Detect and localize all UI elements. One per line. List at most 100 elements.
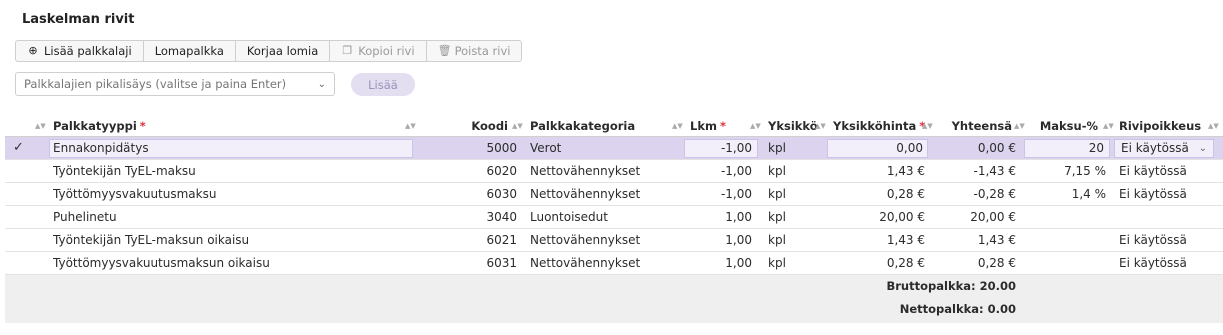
sort-icon[interactable]: ▲▼ — [815, 115, 826, 137]
col-maksu[interactable]: Maksu-% — [1030, 115, 1098, 137]
cell-yksikkohinta: 1,43 € — [886, 233, 925, 247]
col-lkm-label: Lkm — [690, 119, 717, 133]
quick-add-placeholder: Palkkalajien pikalisäys (valitse ja pain… — [24, 77, 287, 91]
col-rivipoikkeus[interactable]: Rivipoikkeus — [1119, 115, 1201, 137]
chevron-down-icon: ⌄ — [1198, 143, 1207, 154]
sort-icon[interactable]: ▲▼ — [512, 115, 523, 137]
cell-rivipoikkeus: Ei käytössä — [1119, 164, 1187, 178]
cell-palkkakategoria: Nettovähennykset — [530, 256, 641, 270]
cell-rivipoikkeus: Ei käytössä — [1119, 256, 1187, 270]
sort-icon[interactable]: ▲▼ — [1014, 115, 1025, 137]
table-row[interactable]: Työttömyysvakuutusmaksun oikaisu 6031 Ne… — [5, 252, 1223, 275]
cell-lkm: -1,00 — [720, 141, 752, 155]
cell-lkm: -1,00 — [720, 187, 752, 201]
cell-yksikkohinta: 20,00 € — [879, 210, 925, 224]
cell-koodi: 6021 — [486, 233, 517, 247]
cell-maksu — [1025, 252, 1106, 274]
col-yksikkohinta-label: Yksikköhinta — [833, 119, 917, 133]
sort-icon[interactable]: ▲▼ — [35, 115, 46, 137]
cell-palkkakategoria: Nettovähennykset — [530, 164, 641, 178]
cell-rivipoikkeus: Ei käytössä — [1119, 187, 1187, 201]
cell-lkm: -1,00 — [720, 164, 752, 178]
cell-yhteensa: 0,00 € — [977, 141, 1016, 155]
rivipoikkeus-value: Ei käytössä — [1121, 141, 1189, 155]
cell-maksu: 20 — [1088, 141, 1104, 155]
cell-maksu — [1025, 206, 1106, 228]
cell-lkm: 1,00 — [725, 233, 752, 247]
cell-yhteensa: 20,00 € — [970, 210, 1016, 224]
cell-yhteensa: 1,43 € — [977, 233, 1016, 247]
cell-palkkatyyppi: Työttömyysvakuutusmaksu — [53, 187, 217, 201]
chevron-down-icon: ⌄ — [317, 78, 326, 90]
table-row[interactable]: Työntekijän TyEL-maksu 6020 Nettovähenny… — [5, 160, 1223, 183]
col-palkkatyyppi-label: Palkkatyyppi — [53, 119, 137, 133]
cell-yksikko: kpl — [768, 164, 786, 178]
trash-icon: 🗑 — [437, 44, 452, 57]
add-wage-type-label: Lisää palkkalaji — [44, 44, 132, 58]
cell-palkkatyyppi: Työntekijän TyEL-maksun oikaisu — [53, 233, 250, 247]
col-yksikko[interactable]: Yksikkö — [768, 115, 818, 137]
row-toolbar: ⊕ Lisää palkkalaji Lomapalkka Korjaa lom… — [15, 40, 523, 62]
fix-holidays-button[interactable]: Korjaa lomia — [236, 41, 331, 61]
sort-icon[interactable]: ▲▼ — [405, 115, 416, 137]
fix-holidays-label: Korjaa lomia — [246, 44, 319, 58]
cell-yksikko: kpl — [768, 187, 786, 201]
cell-koodi: 6020 — [486, 164, 517, 178]
cell-palkkatyyppi: Työntekijän TyEL-maksu — [53, 164, 196, 178]
table-row[interactable]: Työntekijän TyEL-maksun oikaisu 6021 Net… — [5, 229, 1223, 252]
add-wage-type-button[interactable]: ⊕ Lisää palkkalaji — [16, 41, 144, 61]
table-row[interactable]: Työttömyysvakuutusmaksu 6030 Nettovähenn… — [5, 183, 1223, 206]
section-title: Laskelman rivit — [22, 12, 135, 27]
col-lkm[interactable]: Lkm * — [690, 115, 726, 137]
net-total: Nettopalkka: 0.00 — [899, 302, 1016, 316]
cell-maksu: 7,15 % — [1064, 164, 1106, 178]
col-palkkatyyppi[interactable]: Palkkatyyppi * — [53, 115, 146, 137]
cell-yksikko: kpl — [768, 210, 786, 224]
cell-koodi: 3040 — [486, 210, 517, 224]
sort-icon[interactable]: ▲▼ — [750, 115, 761, 137]
table-row[interactable]: Puhelinetu 3040 Luontoisedut 1,00 kpl 20… — [5, 206, 1223, 229]
table-row[interactable]: ✓ Ennakonpidätys 5000 Verot -1,00 kpl 0,… — [5, 137, 1223, 160]
totals-footer: Bruttopalkka: 20.00 Nettopalkka: 0.00 — [5, 275, 1223, 323]
cell-yhteensa: -0,28 € — [973, 187, 1017, 201]
holiday-pay-button[interactable]: Lomapalkka — [144, 41, 236, 61]
cell-yksikkohinta: 1,43 € — [886, 164, 925, 178]
cell-koodi: 6030 — [486, 187, 517, 201]
col-koodi[interactable]: Koodi — [417, 115, 508, 137]
col-palkkakategoria[interactable]: Palkkakategoria — [530, 115, 635, 137]
delete-row-button[interactable]: 🗑 Poista rivi — [427, 41, 522, 61]
required-mark: * — [139, 119, 146, 133]
sort-icon[interactable]: ▲▼ — [672, 115, 683, 137]
cell-palkkakategoria: Nettovähennykset — [530, 187, 641, 201]
required-mark: * — [719, 119, 726, 133]
plus-circle-icon: ⊕ — [28, 44, 38, 57]
gross-total: Bruttopalkka: 20.00 — [886, 279, 1017, 293]
cell-yksikko: kpl — [768, 256, 786, 270]
cell-palkkakategoria: Verot — [530, 141, 562, 155]
sort-icon[interactable]: ▲▼ — [922, 115, 933, 137]
cell-palkkakategoria: Luontoisedut — [530, 210, 608, 224]
cell-yksikkohinta: 0,28 € — [886, 256, 925, 270]
cell-yksikko: kpl — [768, 233, 786, 247]
cell-maksu: 1,4 % — [1071, 187, 1106, 201]
rivipoikkeus-select[interactable]: Ei käytössä ⌄ — [1114, 139, 1214, 158]
col-yksikkohinta[interactable]: Yksikköhinta * — [833, 115, 925, 137]
cell-yhteensa: 0,28 € — [977, 256, 1016, 270]
quick-add-select[interactable]: Palkkalajien pikalisäys (valitse ja pain… — [15, 72, 335, 96]
rows-table: ▲▼ Palkkatyyppi * ▲▼ Koodi ▲▼ Palkkakateg… — [5, 115, 1223, 323]
copy-icon: ❐ — [342, 44, 353, 57]
cell-palkkatyyppi: Ennakonpidätys — [53, 141, 149, 155]
holiday-pay-label: Lomapalkka — [154, 44, 224, 58]
copy-row-button[interactable]: ❐ Kopioi rivi — [330, 41, 427, 61]
sort-icon[interactable]: ▲▼ — [1103, 115, 1114, 137]
cell-yhteensa: -1,43 € — [973, 164, 1017, 178]
cell-lkm: 1,00 — [725, 210, 752, 224]
sort-icon[interactable]: ▲▼ — [1208, 115, 1219, 137]
checkmark-icon: ✓ — [13, 140, 24, 155]
cell-palkkatyyppi: Puhelinetu — [53, 210, 117, 224]
cell-yksikkohinta: 0,00 — [896, 141, 923, 155]
add-button[interactable]: Lisää — [351, 73, 415, 96]
cell-koodi: 6031 — [486, 256, 517, 270]
col-yhteensa[interactable]: Yhteensä — [940, 115, 1012, 137]
table-header: ▲▼ Palkkatyyppi * ▲▼ Koodi ▲▼ Palkkakateg… — [5, 115, 1223, 137]
